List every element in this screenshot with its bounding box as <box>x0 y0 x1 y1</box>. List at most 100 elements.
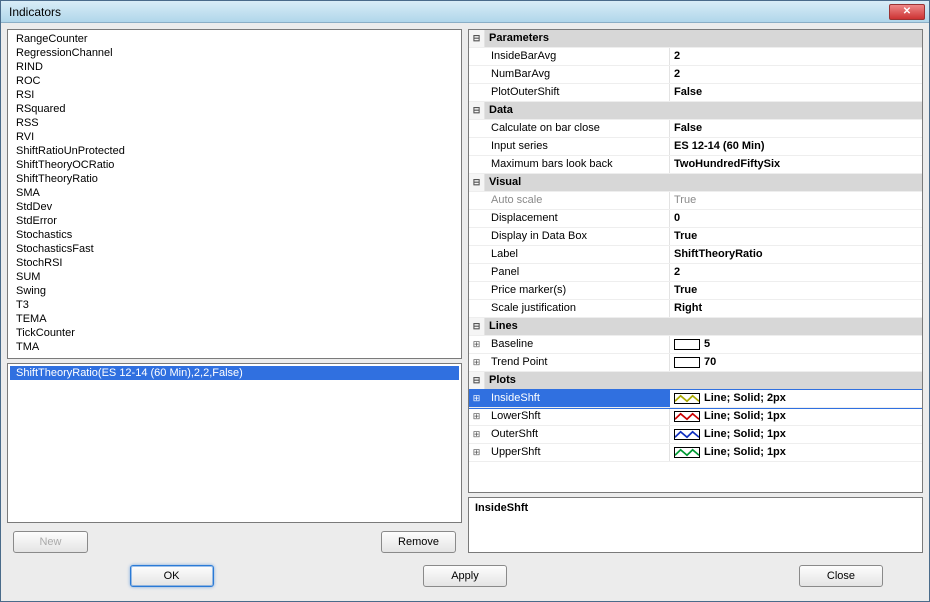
indicator-item[interactable]: RSquared <box>10 102 459 116</box>
applied-indicator-item[interactable]: ShiftTheoryRatio(ES 12-14 (60 Min),2,2,F… <box>10 366 459 380</box>
indicator-item[interactable]: RegressionChannel <box>10 46 459 60</box>
property-category[interactable]: ⊟Plots <box>469 372 922 390</box>
indicator-item[interactable]: T3 <box>10 298 459 312</box>
expand-icon[interactable]: ⊞ <box>469 390 485 407</box>
property-row[interactable]: Panel2 <box>469 264 922 282</box>
applied-indicators-list[interactable]: ShiftTheoryRatio(ES 12-14 (60 Min),2,2,F… <box>7 363 462 523</box>
property-row[interactable]: ⊞Baseline5 <box>469 336 922 354</box>
property-value[interactable]: True <box>670 228 922 245</box>
property-key: Baseline <box>485 336 670 353</box>
property-row[interactable]: ⊞Trend Point70 <box>469 354 922 372</box>
indicator-item[interactable]: TickCounter <box>10 326 459 340</box>
property-key: Visual <box>485 174 670 191</box>
property-grid[interactable]: ⊟ParametersInsideBarAvg2NumBarAvg2PlotOu… <box>468 29 923 493</box>
property-value[interactable]: Line; Solid; 1px <box>670 408 922 425</box>
indicator-item[interactable]: StochRSI <box>10 256 459 270</box>
expander-spacer <box>469 66 485 83</box>
property-value[interactable]: Right <box>670 300 922 317</box>
indicator-item[interactable]: TEMA <box>10 312 459 326</box>
color-swatch <box>674 429 700 440</box>
property-value[interactable]: ES 12-14 (60 Min) <box>670 138 922 155</box>
expand-icon[interactable]: ⊞ <box>469 408 485 425</box>
property-row[interactable]: Input seriesES 12-14 (60 Min) <box>469 138 922 156</box>
indicator-item[interactable]: RIND <box>10 60 459 74</box>
expander-spacer <box>469 192 485 209</box>
indicator-item[interactable]: ShiftTheoryRatio <box>10 172 459 186</box>
expand-icon[interactable]: ⊞ <box>469 336 485 353</box>
indicator-item[interactable]: StochasticsFast <box>10 242 459 256</box>
property-row[interactable]: InsideBarAvg2 <box>469 48 922 66</box>
property-category[interactable]: ⊟Data <box>469 102 922 120</box>
property-row[interactable]: Price marker(s)True <box>469 282 922 300</box>
property-value[interactable]: True <box>670 282 922 299</box>
property-row[interactable]: ⊞OuterShftLine; Solid; 1px <box>469 426 922 444</box>
new-button[interactable]: New <box>13 531 88 553</box>
property-value[interactable]: Line; Solid; 1px <box>670 426 922 443</box>
property-category[interactable]: ⊟Lines <box>469 318 922 336</box>
indicator-item[interactable]: RVI <box>10 130 459 144</box>
expand-icon[interactable]: ⊞ <box>469 354 485 371</box>
property-value <box>670 372 922 389</box>
indicator-item[interactable]: ROC <box>10 74 459 88</box>
indicator-item[interactable]: RSS <box>10 116 459 130</box>
property-value[interactable]: TwoHundredFiftySix <box>670 156 922 173</box>
indicator-item[interactable]: ShiftTheoryOCRatio <box>10 158 459 172</box>
property-key: LowerShft <box>485 408 670 425</box>
property-value[interactable]: 2 <box>670 48 922 65</box>
property-row[interactable]: Maximum bars look backTwoHundredFiftySix <box>469 156 922 174</box>
indicator-item[interactable]: TMA <box>10 340 459 354</box>
property-value[interactable]: 0 <box>670 210 922 227</box>
indicator-item[interactable]: ShiftRatioUnProtected <box>10 144 459 158</box>
property-key: Trend Point <box>485 354 670 371</box>
property-row[interactable]: ⊞InsideShftLine; Solid; 2px <box>469 390 922 408</box>
indicator-item[interactable]: RangeCounter <box>10 32 459 46</box>
indicator-item[interactable]: SUM <box>10 270 459 284</box>
expand-icon[interactable]: ⊞ <box>469 444 485 461</box>
property-value[interactable]: True <box>670 192 922 209</box>
indicator-item[interactable]: Stochastics <box>10 228 459 242</box>
indicator-item[interactable]: StdError <box>10 214 459 228</box>
property-value[interactable]: 5 <box>670 336 922 353</box>
collapse-icon[interactable]: ⊟ <box>469 318 485 335</box>
property-value[interactable]: False <box>670 120 922 137</box>
property-row[interactable]: PlotOuterShiftFalse <box>469 84 922 102</box>
property-row[interactable]: ⊞UpperShftLine; Solid; 1px <box>469 444 922 462</box>
property-row[interactable]: Auto scaleTrue <box>469 192 922 210</box>
property-row[interactable]: Display in Data BoxTrue <box>469 228 922 246</box>
property-key: NumBarAvg <box>485 66 670 83</box>
property-value[interactable]: Line; Solid; 2px <box>670 390 922 407</box>
property-value[interactable]: 70 <box>670 354 922 371</box>
close-window-button[interactable]: ✕ <box>889 4 925 20</box>
property-row[interactable]: ⊞LowerShftLine; Solid; 1px <box>469 408 922 426</box>
indicator-list[interactable]: RangeCounterRegressionChannelRINDROCRSIR… <box>7 29 462 359</box>
expander-spacer <box>469 156 485 173</box>
property-row[interactable]: Displacement0 <box>469 210 922 228</box>
remove-button[interactable]: Remove <box>381 531 456 553</box>
collapse-icon[interactable]: ⊟ <box>469 30 485 47</box>
property-value[interactable]: ShiftTheoryRatio <box>670 246 922 263</box>
property-value[interactable]: 2 <box>670 66 922 83</box>
property-category[interactable]: ⊟Parameters <box>469 30 922 48</box>
collapse-icon[interactable]: ⊟ <box>469 174 485 191</box>
indicator-item[interactable]: StdDev <box>10 200 459 214</box>
expand-icon[interactable]: ⊞ <box>469 426 485 443</box>
indicator-item[interactable]: SMA <box>10 186 459 200</box>
collapse-icon[interactable]: ⊟ <box>469 102 485 119</box>
indicator-item[interactable]: Swing <box>10 284 459 298</box>
property-category[interactable]: ⊟Visual <box>469 174 922 192</box>
collapse-icon[interactable]: ⊟ <box>469 372 485 389</box>
property-row[interactable]: Calculate on bar closeFalse <box>469 120 922 138</box>
property-value[interactable]: False <box>670 84 922 101</box>
property-key: Displacement <box>485 210 670 227</box>
ok-button[interactable]: OK <box>130 565 214 587</box>
property-row[interactable]: LabelShiftTheoryRatio <box>469 246 922 264</box>
property-value[interactable]: Line; Solid; 1px <box>670 444 922 461</box>
close-button[interactable]: Close <box>799 565 883 587</box>
property-row[interactable]: NumBarAvg2 <box>469 66 922 84</box>
color-swatch <box>674 411 700 422</box>
indicator-item[interactable]: RSI <box>10 88 459 102</box>
property-row[interactable]: Scale justificationRight <box>469 300 922 318</box>
window-title: Indicators <box>9 5 889 19</box>
apply-button[interactable]: Apply <box>423 565 507 587</box>
property-value[interactable]: 2 <box>670 264 922 281</box>
